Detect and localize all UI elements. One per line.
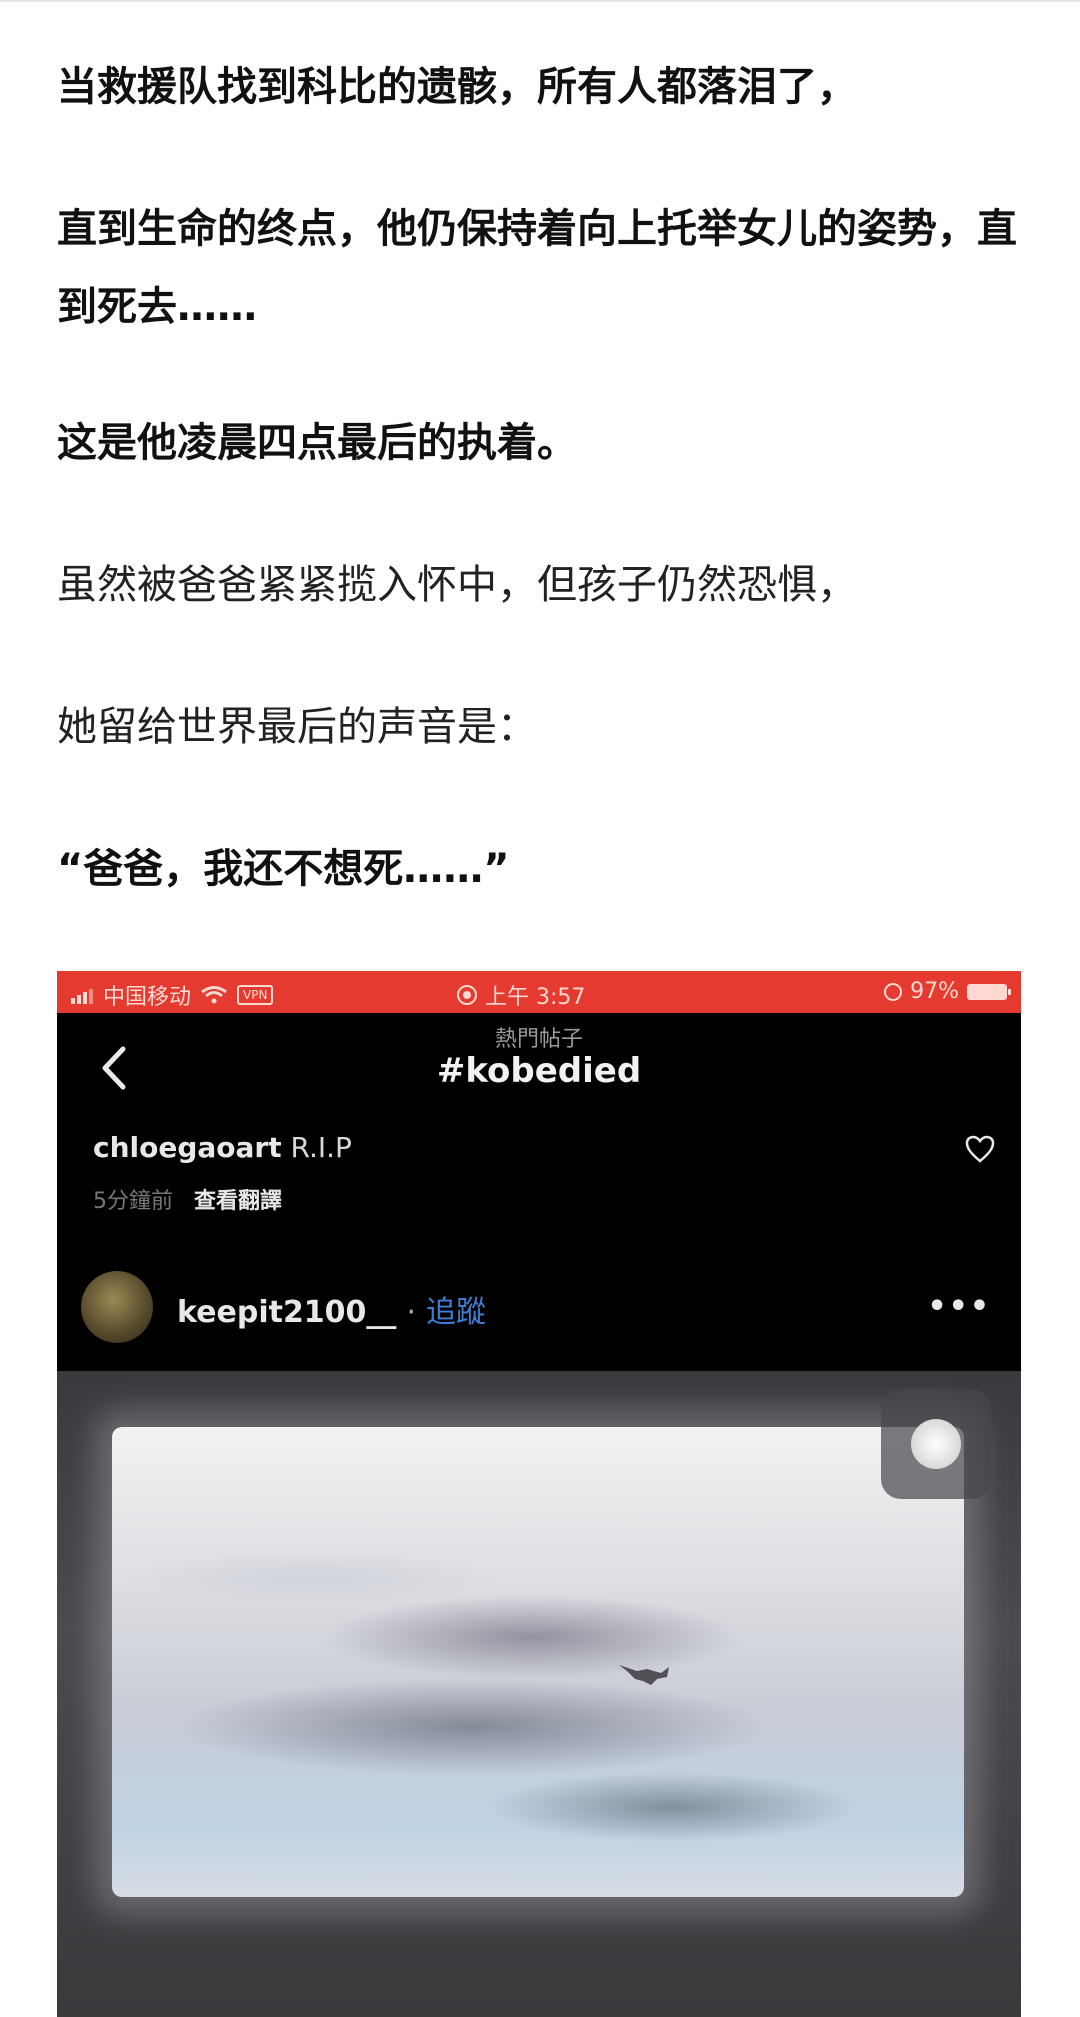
quote-paragraph: “爸爸，我还不想死……” [57, 846, 510, 892]
caption: chloegaoart R.I.P [93, 1131, 352, 1164]
post-header: keepit2100__ · 追蹤 [177, 1295, 486, 1330]
battery-icon [967, 983, 1011, 1000]
paragraph-1: 当救援队找到科比的遗骸，所有人都落泪了， [57, 64, 857, 110]
assistive-touch-button[interactable] [881, 1389, 991, 1499]
status-bar: 中国移动 VPN 上午 3:57 97% [57, 971, 1021, 1013]
translate-link[interactable]: 查看翻譯 [194, 1189, 282, 1214]
caption-time: 5分鐘前 [93, 1189, 173, 1214]
helicopter-silhouette [619, 1665, 669, 1685]
caption-text: R.I.P [290, 1131, 352, 1164]
paragraph-3: 这是他凌晨四点最后的执着。 [57, 420, 577, 466]
avatar[interactable] [81, 1271, 153, 1343]
signal-icon [71, 986, 93, 1004]
status-time: 上午 3:57 [485, 985, 586, 1010]
paragraph-2: 直到生命的终点，他仍保持着向上托举女儿的姿势，直到死去…… [57, 206, 1017, 330]
location-icon [884, 982, 903, 1001]
paragraph-5: 她留给世界最后的声音是： [57, 704, 537, 750]
caption-meta: 5分鐘前 查看翻譯 [93, 1183, 282, 1215]
paragraph-4: 虽然被爸爸紧紧揽入怀中，但孩子仍然恐惧， [57, 562, 857, 608]
battery-percent: 97% [910, 979, 959, 1004]
recording-icon [457, 985, 477, 1005]
post-media [57, 1371, 1021, 2017]
more-icon[interactable]: ••• [927, 1289, 991, 1324]
embedded-screenshot: 中国移动 VPN 上午 3:57 97% 熱門帖子 #kobedied chlo… [57, 971, 1021, 2017]
carrier-label: 中国移动 [103, 985, 192, 1010]
follow-button[interactable]: 追蹤 [426, 1295, 486, 1330]
heart-icon[interactable] [965, 1135, 995, 1163]
caption-username[interactable]: chloegaoart [93, 1131, 282, 1164]
nav-subtitle: 熱門帖子 [494, 1027, 583, 1052]
top-divider [0, 0, 1080, 2]
post-username[interactable]: keepit2100__ [177, 1295, 396, 1330]
nav-title: #kobedied [436, 1051, 642, 1091]
vpn-badge: VPN [237, 985, 274, 1005]
airplane-window-view [112, 1427, 964, 1897]
wifi-icon [201, 986, 227, 1004]
